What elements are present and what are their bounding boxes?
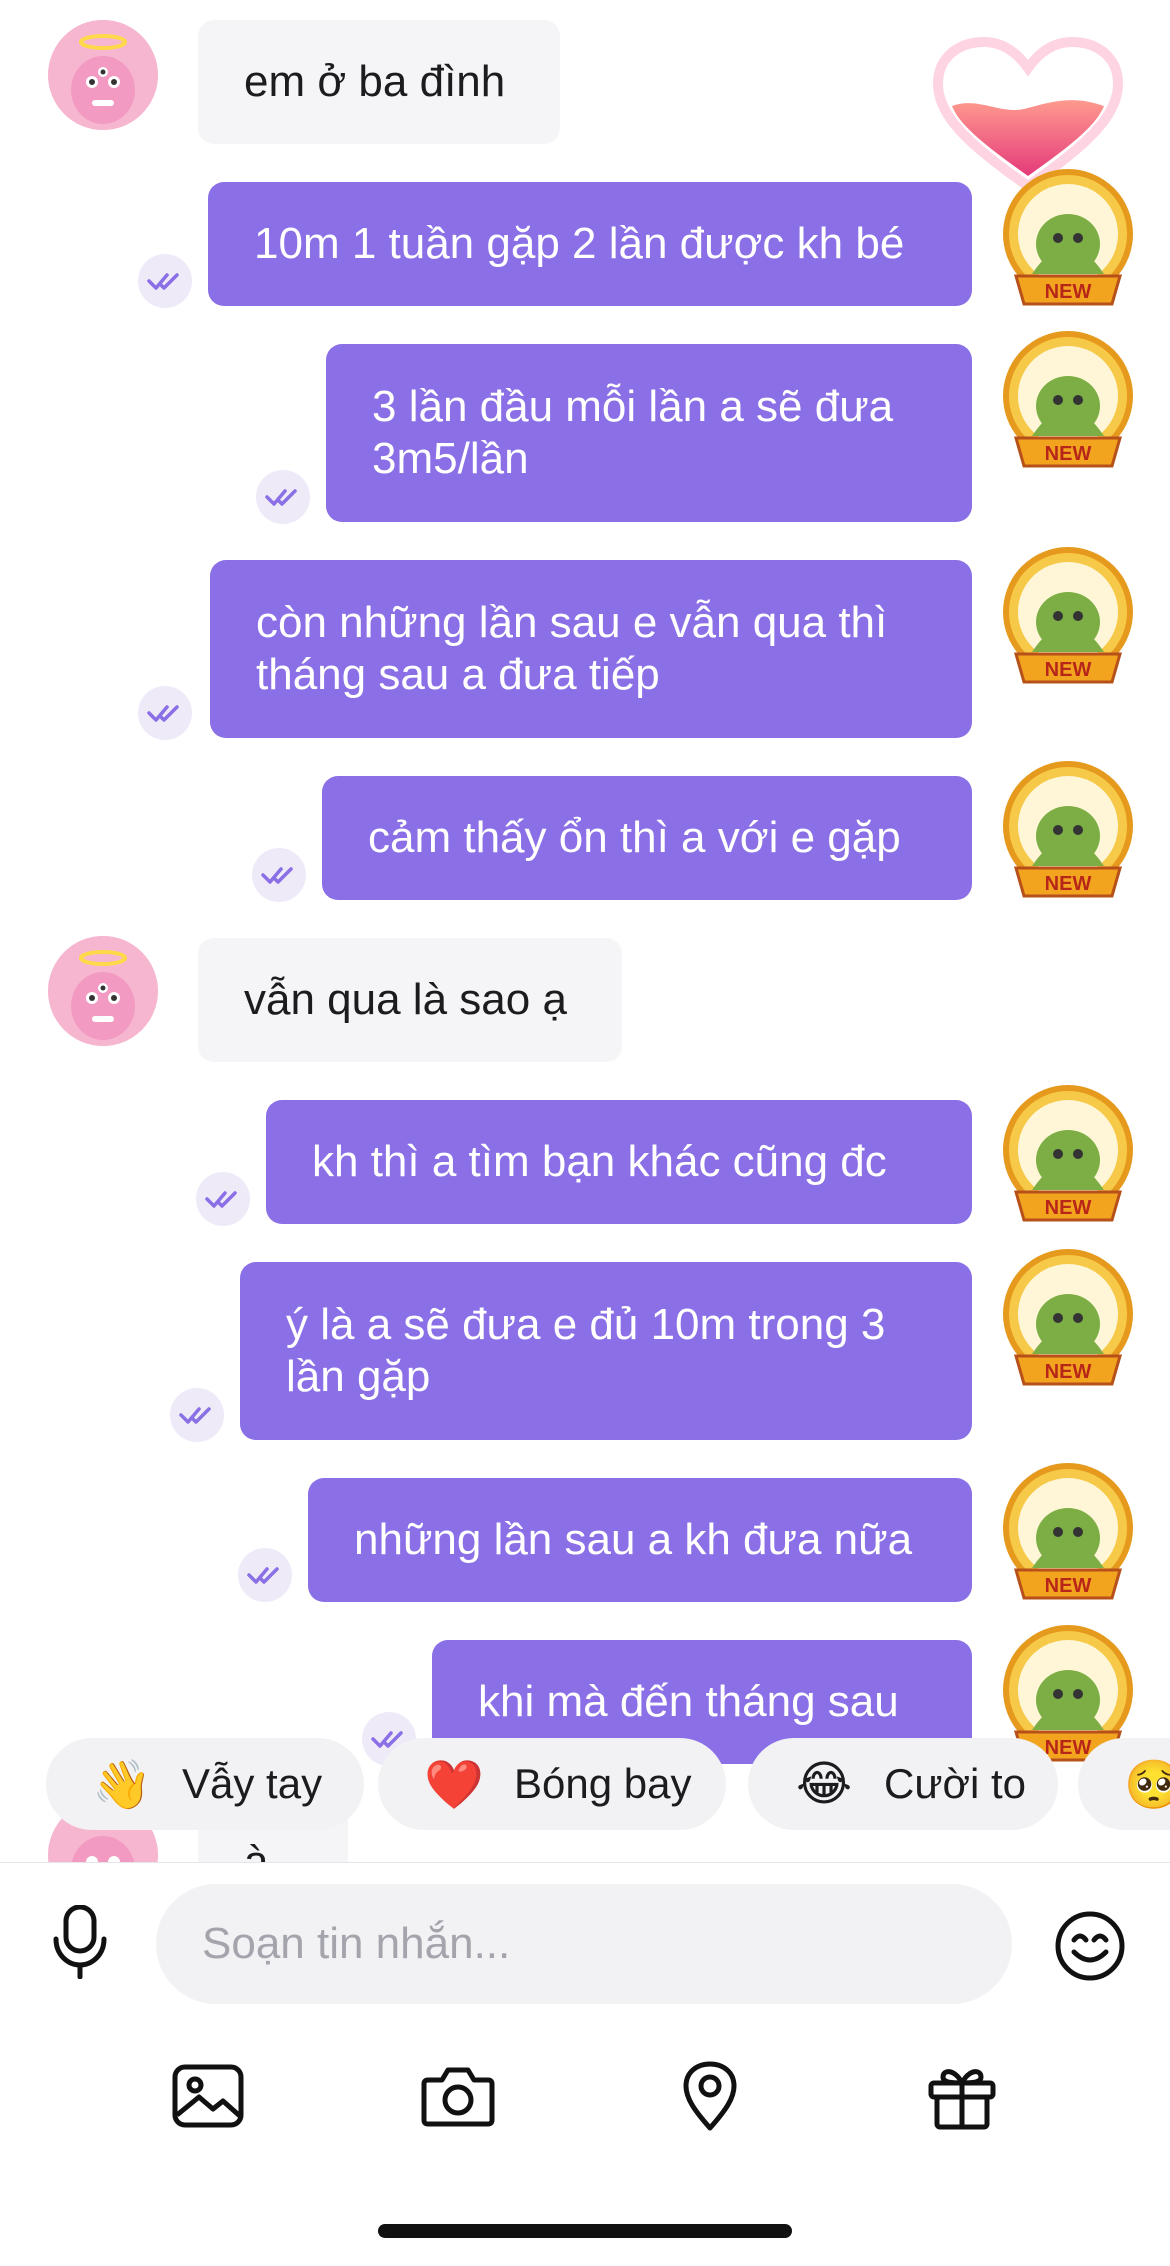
reaction-chip-balloon[interactable]: ❤️ Bóng bay — [378, 1738, 726, 1830]
outgoing-message[interactable]: những lần sau a kh đưa nữa — [308, 1478, 972, 1602]
read-receipt-icon — [170, 1388, 224, 1442]
contact-avatar[interactable] — [48, 936, 158, 1046]
microphone-icon[interactable] — [40, 1902, 120, 1982]
reaction-chip-laugh[interactable]: 😂 Cười to — [748, 1738, 1058, 1830]
smiley-icon[interactable] — [1050, 1906, 1130, 1986]
camera-icon[interactable] — [418, 2058, 498, 2134]
image-icon[interactable] — [168, 2058, 248, 2134]
incoming-message[interactable]: vẫn qua là sao ạ — [198, 938, 622, 1062]
read-receipt-icon — [138, 686, 192, 740]
new-badge-icon: NEW — [992, 326, 1144, 478]
read-receipt-icon — [238, 1548, 292, 1602]
message-text: 10m 1 tuần gặp 2 lần được kh bé — [254, 219, 905, 268]
message-text: khi mà đến tháng sau — [478, 1677, 899, 1726]
home-indicator — [378, 2224, 792, 2238]
svg-text:NEW: NEW — [1045, 659, 1092, 681]
chat-history[interactable]: em ở ba đình 10m 1 tuần gặp 2 lần được k… — [0, 0, 1170, 1862]
location-pin-icon[interactable] — [670, 2058, 750, 2134]
message-text: kh thì a tìm bạn khác cũng đc — [312, 1137, 887, 1186]
gift-icon[interactable] — [922, 2058, 1002, 2134]
outgoing-message[interactable]: còn những lần sau e vẫn qua thì tháng sa… — [210, 560, 972, 738]
new-badge-icon: NEW — [992, 1458, 1144, 1610]
outgoing-message[interactable]: 3 lần đầu mỗi lần a sẽ đưa 3m5/lần — [326, 344, 972, 522]
outgoing-message[interactable]: ý là a sẽ đưa e đủ 10m trong 3 lần gặp — [240, 1262, 972, 1440]
read-receipt-icon — [138, 254, 192, 308]
read-receipt-icon — [252, 848, 306, 902]
message-text: ý là a sẽ đưa e đủ 10m trong 3 lần gặp — [286, 1300, 886, 1401]
message-text: còn những lần sau e vẫn qua thì tháng sa… — [256, 598, 888, 699]
reaction-label: Vẫy tay — [182, 1760, 323, 1807]
heart-icon: ❤️ — [424, 1756, 484, 1813]
reaction-label: Bóng bay — [514, 1760, 692, 1807]
message-text: 3 lần đầu mỗi lần a sẽ đưa 3m5/lần — [372, 382, 894, 483]
wave-icon: 👋 — [92, 1756, 152, 1813]
quick-reaction-bar: 👋 Vẫy tay ❤️ Bóng bay 😂 Cười to 🥺 — [0, 1738, 1170, 1830]
read-receipt-icon — [256, 470, 310, 524]
outgoing-message[interactable]: cảm thấy ổn thì a với e gặp — [322, 776, 972, 900]
svg-text:NEW: NEW — [1045, 281, 1092, 303]
pleading-face-icon: 🥺 — [1124, 1756, 1170, 1813]
outgoing-message[interactable]: kh thì a tìm bạn khác cũng đc — [266, 1100, 972, 1224]
reaction-label: Cười to — [884, 1760, 1027, 1807]
laughing-face-icon: 😂 — [795, 1756, 853, 1812]
new-badge-icon: NEW — [992, 756, 1144, 908]
contact-avatar[interactable] — [48, 20, 158, 130]
svg-text:NEW: NEW — [1045, 873, 1092, 895]
new-badge-icon: NEW — [992, 1244, 1144, 1396]
read-receipt-icon — [196, 1172, 250, 1226]
new-badge-icon: NEW — [992, 164, 1144, 316]
svg-text:NEW: NEW — [1045, 443, 1092, 465]
reaction-chip-pleading[interactable]: 🥺 — [1078, 1738, 1170, 1830]
reaction-chip-wave[interactable]: 👋 Vẫy tay — [46, 1738, 364, 1830]
svg-text:NEW: NEW — [1045, 1361, 1092, 1383]
message-input[interactable] — [156, 1884, 1012, 2004]
message-text: em ở ba đình — [244, 57, 506, 106]
outgoing-message[interactable]: 10m 1 tuần gặp 2 lần được kh bé — [208, 182, 972, 306]
message-text: vẫn qua là sao ạ — [244, 975, 567, 1024]
incoming-message[interactable]: em ở ba đình — [198, 20, 560, 144]
message-text: cảm thấy ổn thì a với e gặp — [368, 813, 901, 862]
message-text: à — [244, 1837, 269, 1862]
message-text: những lần sau a kh đưa nữa — [354, 1515, 913, 1564]
svg-text:NEW: NEW — [1045, 1575, 1092, 1597]
new-badge-icon: NEW — [992, 1080, 1144, 1232]
svg-text:NEW: NEW — [1045, 1197, 1092, 1219]
new-badge-icon: NEW — [992, 542, 1144, 694]
